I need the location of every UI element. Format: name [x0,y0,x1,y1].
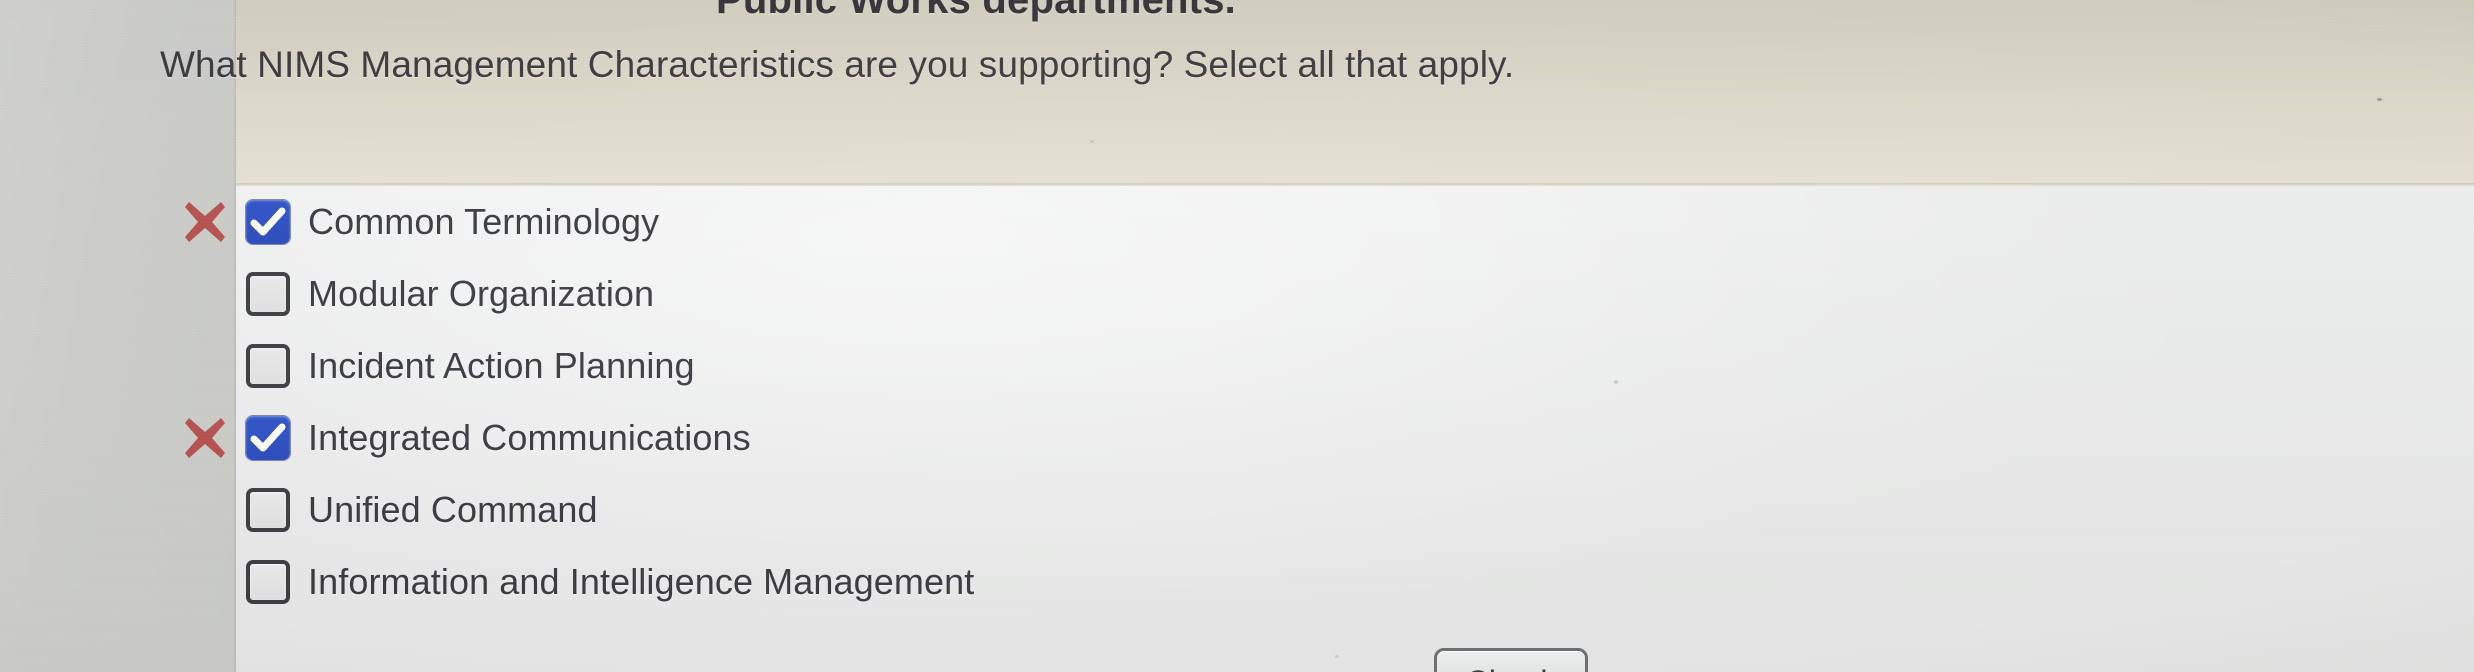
checkbox-unchecked-icon[interactable] [246,272,290,316]
option-label: Information and Intelligence Management [308,561,975,602]
option-row[interactable]: Integrated Communications [0,402,2474,474]
option-row[interactable]: Incident Action Planning [0,330,2474,402]
checkbox-checked-icon[interactable] [246,416,290,460]
option-label: Integrated Communications [308,417,751,458]
checkbox-unchecked-icon[interactable] [246,488,290,532]
checkbox-unchecked-icon[interactable] [246,560,290,604]
dust-speck [2377,98,2382,101]
dust-speck [1335,655,1339,658]
clipped-previous-line: Public Works departments. [236,0,1716,24]
dust-speck [1090,140,1094,143]
check-button-label: Check [1466,664,1557,672]
option-label: Incident Action Planning [308,345,695,386]
option-row[interactable]: Information and Intelligence Management [0,546,2474,618]
x-mark-icon [178,195,232,249]
options-list: Common Terminology Modular Organization In… [0,186,2474,672]
screenshot-photo: Public Works departments. What NIMS Mana… [0,0,2474,672]
option-label: Common Terminology [308,201,660,242]
option-row[interactable]: Unified Command [0,474,2474,546]
question-panel [236,0,2474,186]
checkbox-checked-icon[interactable] [246,200,290,244]
dust-speck [1614,380,1618,384]
x-mark-icon [178,411,232,465]
option-label: Modular Organization [308,273,655,314]
option-row[interactable]: Common Terminology [0,186,2474,258]
checkbox-unchecked-icon[interactable] [246,344,290,388]
clipped-previous-line-text: Public Works departments. [716,0,1236,22]
option-label: Unified Command [308,489,598,530]
question-text: What NIMS Management Characteristics are… [160,44,1515,85]
option-row[interactable]: Modular Organization [0,258,2474,330]
check-button[interactable]: Check [1434,648,1588,672]
